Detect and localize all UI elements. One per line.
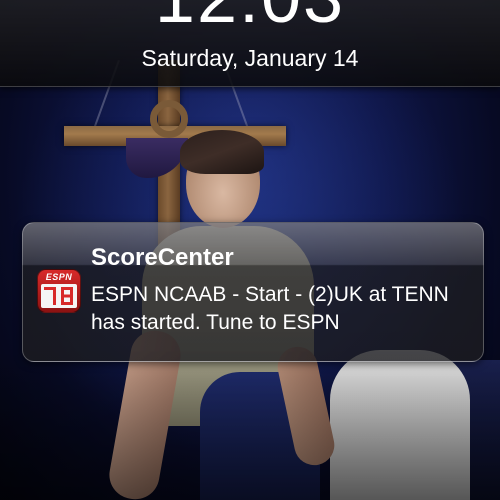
app-icon-scoreboard bbox=[41, 284, 77, 308]
notification-app-name: ScoreCenter bbox=[91, 244, 234, 271]
clock-date: Saturday, January 14 bbox=[141, 45, 359, 71]
wallpaper-floor-shadow bbox=[0, 350, 500, 500]
lock-screen: The 12:03 Saturday, January 14 ESPN bbox=[0, 0, 500, 500]
lock-screen-clock-bar: 12:03 Saturday, January 14 bbox=[0, 0, 500, 87]
app-icon-label: ESPN bbox=[45, 272, 73, 282]
scoreboard-digits-icon bbox=[44, 287, 73, 305]
wallpaper-person-hair bbox=[180, 130, 264, 174]
wallpaper-wreath bbox=[150, 100, 188, 138]
clock-time: 12:03 bbox=[0, 0, 500, 34]
notification-message: ESPN NCAAB - Start - (2)UK at TENN has s… bbox=[91, 283, 449, 334]
espn-scorecenter-icon: ESPN bbox=[37, 269, 81, 313]
push-notification[interactable]: ESPN ScoreCenter ESPN NCAAB - Start - (2… bbox=[22, 222, 484, 362]
